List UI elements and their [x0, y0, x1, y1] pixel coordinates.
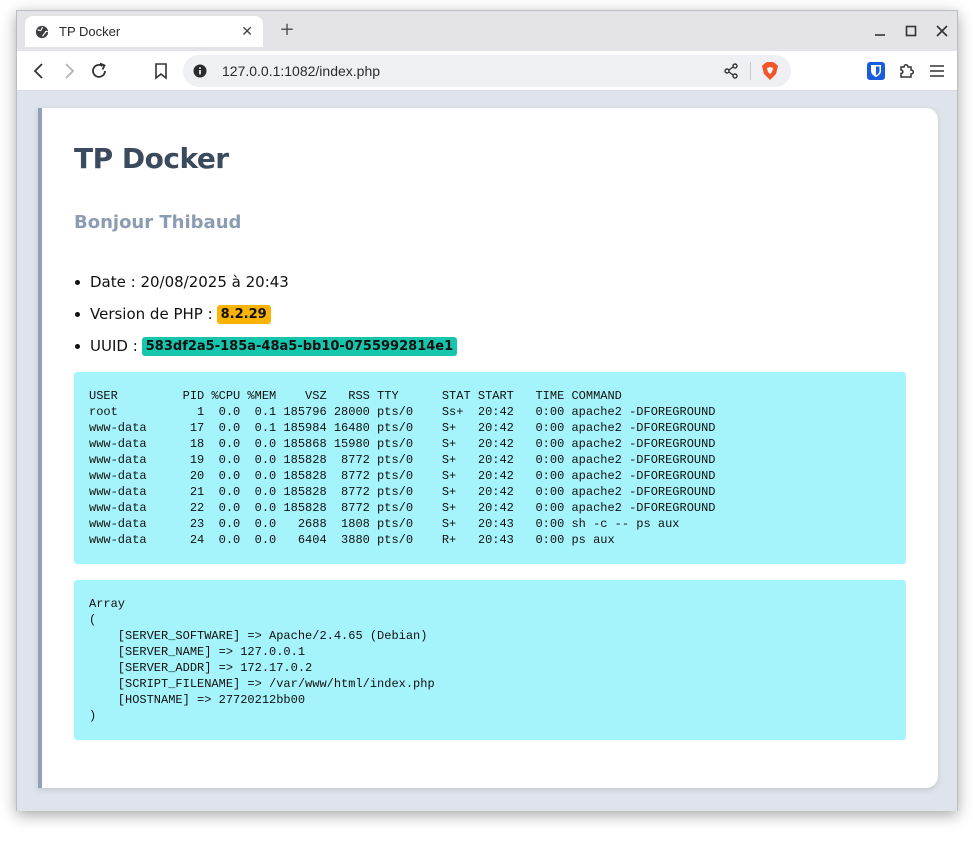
info-list: Date : 20/08/2025 à 20:43 Version de PHP… [74, 266, 458, 362]
server-vars-block: Array ( [SERVER_SOFTWARE] => Apache/2.4.… [74, 580, 906, 740]
address-bar-divider [750, 62, 751, 80]
list-item-php-version: Version de PHP : 8.2.29 [74, 298, 457, 330]
menu-icon[interactable] [927, 61, 947, 81]
share-icon[interactable] [722, 62, 740, 80]
extensions-icon[interactable] [897, 61, 917, 81]
navigation-toolbar: 127.0.0.1:1082/index.php [17, 51, 957, 91]
bitwarden-icon[interactable] [867, 62, 885, 80]
address-bar[interactable]: 127.0.0.1:1082/index.php [183, 55, 791, 87]
browser-window: TP Docker ✕ + 127.0.0.1:1082/index.php T… [16, 10, 958, 811]
tab-title: TP Docker [59, 24, 121, 39]
php-version-label: Version de PHP : [90, 305, 213, 323]
tab-close-icon[interactable]: ✕ [241, 24, 253, 40]
maximize-icon[interactable] [902, 22, 920, 40]
reload-icon[interactable] [89, 61, 109, 81]
greeting-subtitle: Bonjour Thibaud [74, 212, 242, 233]
tab-tp-docker[interactable]: TP Docker ✕ [25, 16, 263, 47]
back-icon[interactable] [29, 61, 49, 81]
date-text: Date : 20/08/2025 à 20:43 [90, 273, 289, 291]
forward-icon[interactable] [59, 61, 79, 81]
page-viewport: TP Docker Bonjour Thibaud Date : 20/08/2… [17, 92, 957, 811]
bookmark-icon[interactable] [151, 61, 171, 81]
brave-shield-icon[interactable] [761, 61, 779, 81]
minimize-icon[interactable] [871, 22, 889, 40]
process-list-block: USER PID %CPU %MEM VSZ RSS TTY STAT STAR… [74, 372, 906, 564]
tab-strip: TP Docker ✕ + [17, 11, 957, 51]
new-tab-button[interactable]: + [277, 20, 297, 40]
page-title: TP Docker [74, 142, 229, 175]
window-close-icon[interactable] [933, 22, 951, 40]
list-item-date: Date : 20/08/2025 à 20:43 [74, 266, 457, 298]
ps-aux-output: USER PID %CPU %MEM VSZ RSS TTY STAT STAR… [89, 389, 716, 547]
list-item-uuid: UUID : 583df2a5-185a-48a5-bb10-075599281… [74, 330, 458, 362]
info-icon[interactable] [193, 64, 207, 78]
content-card: TP Docker Bonjour Thibaud Date : 20/08/2… [38, 108, 938, 788]
php-version-badge: 8.2.29 [216, 304, 271, 324]
globe-icon [35, 25, 49, 38]
uuid-label: UUID : [90, 337, 138, 355]
uuid-badge: 583df2a5-185a-48a5-bb10-0755992814e1 [141, 336, 458, 356]
url-text[interactable]: 127.0.0.1:1082/index.php [222, 63, 722, 79]
server-array-output: Array ( [SERVER_SOFTWARE] => Apache/2.4.… [89, 597, 435, 723]
